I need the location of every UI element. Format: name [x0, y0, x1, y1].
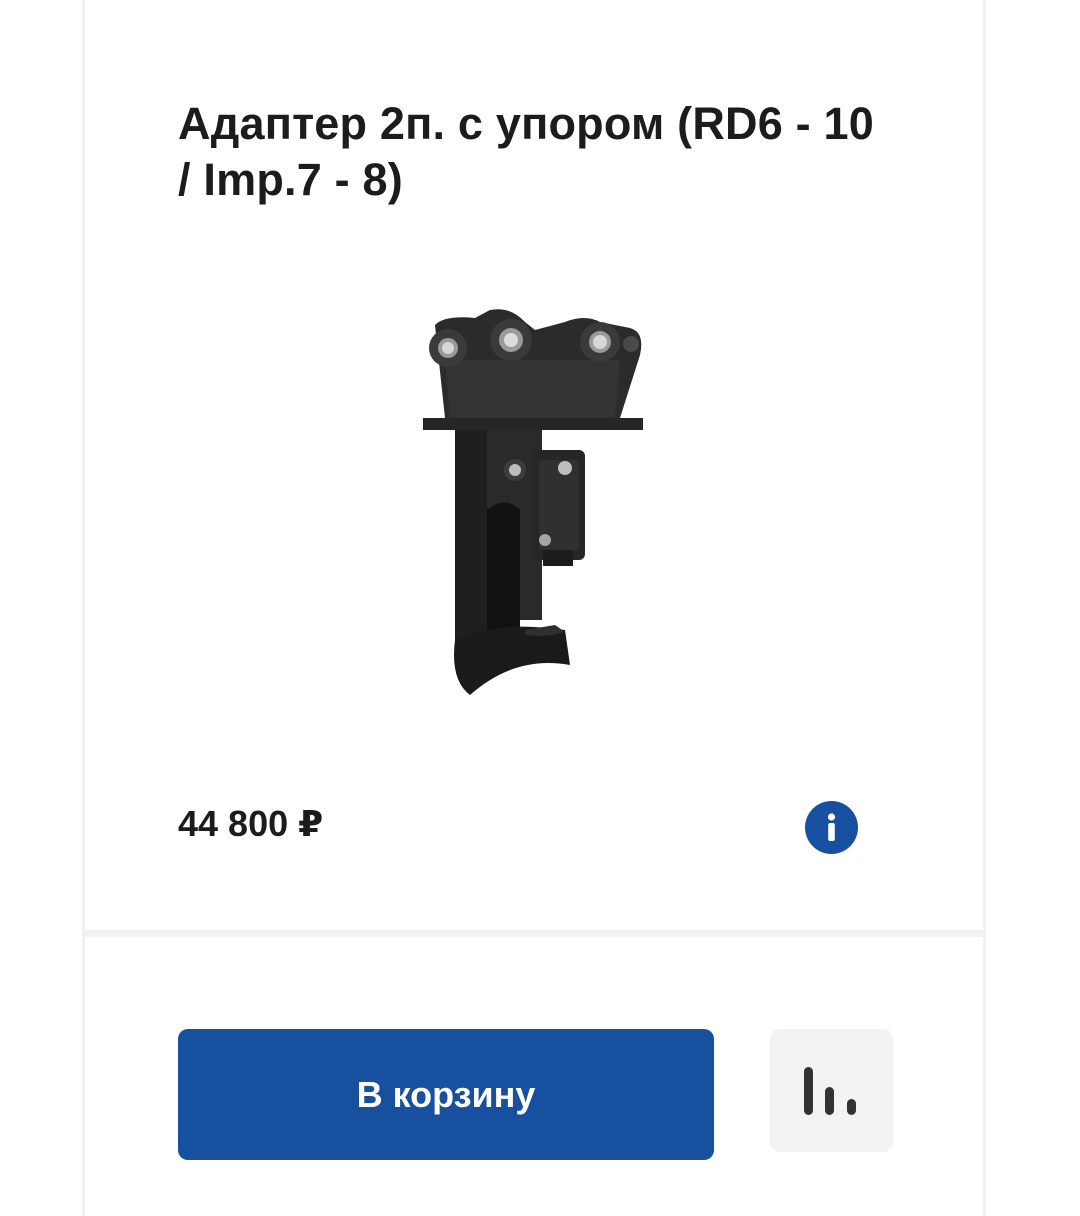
product-card: Адаптер 2п. с упором (RD6 - 10 / Imp.7 -…	[82, 0, 986, 1216]
product-title[interactable]: Адаптер 2п. с упором (RD6 - 10 / Imp.7 -…	[178, 96, 898, 208]
page: Адаптер 2п. с упором (RD6 - 10 / Imp.7 -…	[0, 0, 1080, 1216]
compare-button[interactable]	[770, 1029, 893, 1152]
add-to-cart-button[interactable]: В корзину	[178, 1029, 714, 1160]
product-price: 44 800 ₽	[178, 803, 324, 844]
info-icon	[827, 813, 836, 841]
info-button[interactable]	[805, 801, 858, 854]
compare-chart-icon	[804, 1067, 856, 1115]
adapter-image-icon	[423, 309, 643, 695]
product-image[interactable]	[415, 300, 655, 700]
section-divider	[85, 930, 983, 937]
